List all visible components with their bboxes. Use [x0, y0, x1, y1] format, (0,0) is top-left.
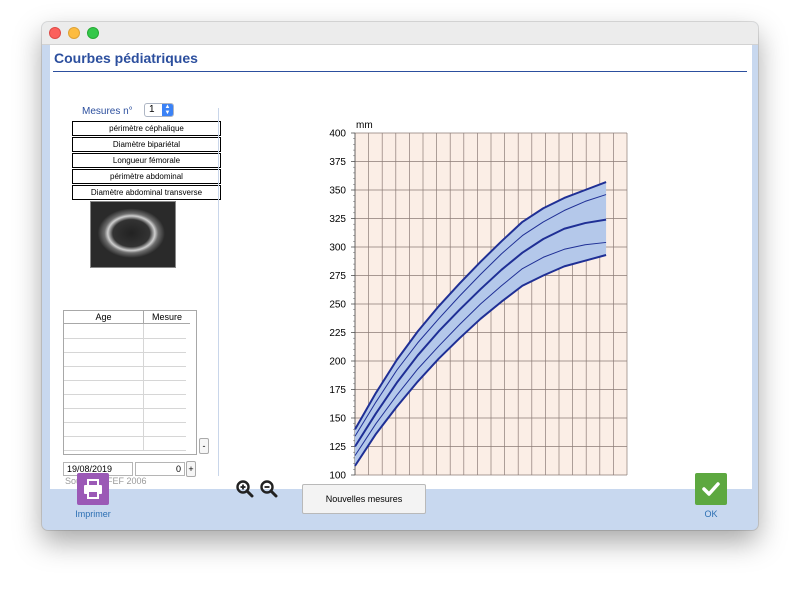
- table-header-mesure: Mesure: [144, 311, 190, 324]
- title-divider: [53, 71, 747, 72]
- measurements-table: Age Mesure: [63, 310, 197, 455]
- measure-button-perimetre-cephalique[interactable]: périmètre céphalique: [72, 121, 221, 136]
- minimize-button[interactable]: [68, 27, 80, 39]
- chevron-updown-icon: ▲ ▼: [162, 104, 173, 116]
- table-row[interactable]: [64, 422, 186, 437]
- ok-button[interactable]: [695, 473, 727, 505]
- y-tick-label: 350: [329, 186, 346, 197]
- table-row[interactable]: [64, 366, 186, 381]
- y-tick-label: 400: [329, 129, 346, 140]
- remove-row-button[interactable]: -: [199, 438, 209, 454]
- y-tick-label: 225: [329, 328, 346, 339]
- measure-list: périmètre céphalique Diamètre bipariétal…: [72, 121, 221, 201]
- y-tick-label: 175: [329, 385, 346, 396]
- zoom-out-icon: [260, 480, 278, 498]
- table-header-age: Age: [64, 311, 144, 324]
- page-title: Courbes pédiatriques: [54, 50, 198, 66]
- title-bar: [42, 22, 758, 45]
- table-cell-divider: [143, 366, 144, 380]
- zoom-out-button[interactable]: [260, 480, 278, 503]
- printer-icon: [84, 479, 102, 499]
- y-tick-label: 300: [329, 243, 346, 254]
- print-label: Imprimer: [75, 509, 111, 519]
- table-cell-divider: [143, 436, 144, 450]
- measure-button-diametre-biparietal[interactable]: Diamètre bipariétal: [72, 137, 221, 152]
- ok-label: OK: [704, 509, 718, 519]
- table-cell-divider: [143, 352, 144, 366]
- add-row-button[interactable]: +: [186, 461, 196, 477]
- zoom-in-button[interactable]: [236, 480, 254, 503]
- table-row[interactable]: [64, 394, 186, 409]
- y-tick-label: 275: [329, 271, 346, 282]
- y-tick-label: 200: [329, 357, 346, 368]
- y-tick-label: 250: [329, 300, 346, 311]
- ultrasound-image: [90, 201, 176, 268]
- table-cell-divider: [143, 338, 144, 352]
- print-button[interactable]: [77, 473, 109, 505]
- table-cell-divider: [143, 394, 144, 408]
- y-tick-label: 150: [329, 414, 346, 425]
- mesures-select[interactable]: 1 ▲ ▼: [144, 103, 174, 117]
- measure-button-diametre-abdominal-transverse[interactable]: Diamètre abdominal transverse: [72, 185, 221, 200]
- y-tick-label: 125: [329, 442, 346, 453]
- mesures-select-value: 1: [149, 104, 155, 115]
- zoom-in-icon: [236, 480, 254, 498]
- table-cell-divider: [143, 422, 144, 436]
- app-window: Courbes pédiatriques Mesures n° 1 ▲ ▼ pér…: [42, 22, 758, 530]
- measure-button-longueur-femorale[interactable]: Longueur fémorale: [72, 153, 221, 168]
- table-cell-divider: [143, 380, 144, 394]
- nouvelles-mesures-button[interactable]: Nouvelles mesures: [302, 484, 426, 514]
- checkmark-icon: [702, 482, 720, 496]
- table-row[interactable]: [64, 324, 186, 339]
- measure-button-perimetre-abdominal[interactable]: périmètre abdominal: [72, 169, 221, 184]
- table-cell-divider: [143, 408, 144, 422]
- close-button[interactable]: [49, 27, 61, 39]
- y-tick-label: 325: [329, 214, 346, 225]
- table-row[interactable]: [64, 352, 186, 367]
- y-tick-label: 100: [329, 471, 346, 482]
- table-row[interactable]: [64, 436, 186, 451]
- growth-chart: 100 125 150 175 200 225 250 275 300 325 350 375 400 m…: [329, 120, 628, 482]
- table-cell-divider: [143, 324, 144, 338]
- table-row[interactable]: [64, 380, 186, 395]
- y-tick-label: 375: [329, 157, 346, 168]
- main-panel: Courbes pédiatriques Mesures n° 1 ▲ ▼ pér…: [50, 45, 752, 489]
- y-axis-label: mm: [356, 120, 373, 131]
- table-row[interactable]: [64, 338, 186, 353]
- measure-value-input[interactable]: 0: [135, 462, 185, 476]
- mesures-label: Mesures n°: [82, 106, 133, 117]
- panel-divider: [218, 108, 219, 476]
- zoom-button[interactable]: [87, 27, 99, 39]
- table-row[interactable]: [64, 408, 186, 423]
